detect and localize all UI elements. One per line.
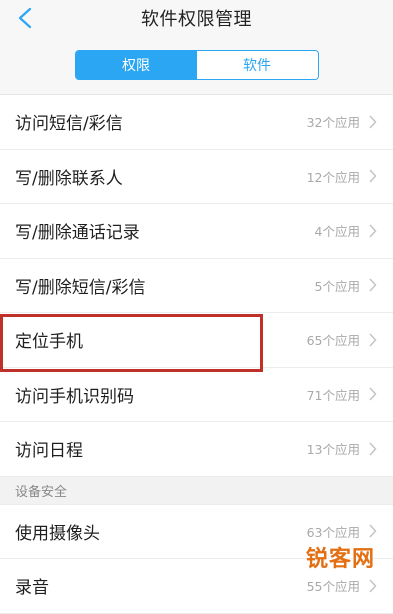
app-count: 55个应用 bbox=[306, 579, 360, 595]
permission-meta: 13个应用 bbox=[307, 439, 377, 458]
chevron-left-icon bbox=[18, 7, 32, 29]
permission-meta: 65个应用 bbox=[307, 330, 377, 349]
back-button[interactable] bbox=[10, 0, 40, 36]
chevron-right-icon bbox=[369, 579, 377, 593]
permission-label: 写/删除短信/彩信 bbox=[15, 277, 146, 298]
permission-row-location[interactable]: 定位手机 65个应用 bbox=[0, 313, 393, 368]
chevron-right-icon bbox=[369, 333, 377, 347]
segmented-control: 权限 软件 bbox=[74, 50, 319, 80]
permission-list: 访问短信/彩信 32个应用 写/删除联系人 12个应用 写/删除通话记录 4个应… bbox=[0, 95, 393, 614]
permission-label: 定位手机 bbox=[15, 332, 83, 353]
chevron-right-icon bbox=[369, 442, 377, 456]
app-count: 4个应用 bbox=[314, 224, 360, 240]
permission-meta: 71个应用 bbox=[307, 385, 377, 404]
permission-meta: 5个应用 bbox=[315, 276, 377, 295]
permission-row-sms-read[interactable]: 访问短信/彩信 32个应用 bbox=[0, 95, 393, 150]
watermark-logo: 锐客网 bbox=[305, 547, 375, 572]
tab-permissions[interactable]: 权限 bbox=[75, 51, 197, 79]
permission-label: 访问日程 bbox=[15, 441, 83, 462]
chevron-right-icon bbox=[369, 278, 377, 292]
permission-meta: 63个应用 bbox=[307, 522, 377, 541]
permission-meta: 4个应用 bbox=[315, 221, 377, 240]
tab-apps[interactable]: 软件 bbox=[196, 51, 318, 79]
app-count: 13个应用 bbox=[306, 442, 360, 458]
app-count: 65个应用 bbox=[306, 333, 360, 349]
app-count: 71个应用 bbox=[306, 387, 360, 403]
permission-label: 写/删除通话记录 bbox=[15, 223, 140, 244]
chevron-right-icon bbox=[369, 115, 377, 129]
section-header-device-security: 设备安全 bbox=[0, 476, 393, 505]
permission-row-calendar[interactable]: 访问日程 13个应用 bbox=[0, 422, 393, 477]
app-count: 32个应用 bbox=[306, 115, 360, 131]
permission-meta: 55个应用 bbox=[307, 576, 377, 595]
segmented-control-area: 权限 软件 bbox=[0, 36, 393, 95]
app-count: 63个应用 bbox=[306, 524, 360, 540]
app-count: 5个应用 bbox=[314, 278, 360, 294]
permission-row-device-id[interactable]: 访问手机识别码 71个应用 bbox=[0, 367, 393, 422]
app-count: 12个应用 bbox=[306, 169, 360, 185]
permission-label: 录音 bbox=[15, 578, 49, 599]
permission-label: 访问手机识别码 bbox=[15, 386, 134, 407]
permission-label: 写/删除联系人 bbox=[15, 168, 123, 189]
permission-label: 使用摄像头 bbox=[15, 523, 100, 544]
permission-row-contacts-write[interactable]: 写/删除联系人 12个应用 bbox=[0, 149, 393, 204]
permission-label: 访问短信/彩信 bbox=[15, 114, 123, 135]
permission-meta: 12个应用 bbox=[307, 167, 377, 186]
permission-row-sms-write[interactable]: 写/删除短信/彩信 5个应用 bbox=[0, 258, 393, 313]
chevron-right-icon bbox=[369, 524, 377, 538]
permission-meta: 32个应用 bbox=[307, 112, 377, 131]
chevron-right-icon bbox=[369, 224, 377, 238]
chevron-right-icon bbox=[369, 387, 377, 401]
page-title: 软件权限管理 bbox=[141, 9, 252, 30]
header-bar: 软件权限管理 bbox=[0, 0, 393, 36]
permission-row-calllog-write[interactable]: 写/删除通话记录 4个应用 bbox=[0, 204, 393, 259]
chevron-right-icon bbox=[369, 169, 377, 183]
